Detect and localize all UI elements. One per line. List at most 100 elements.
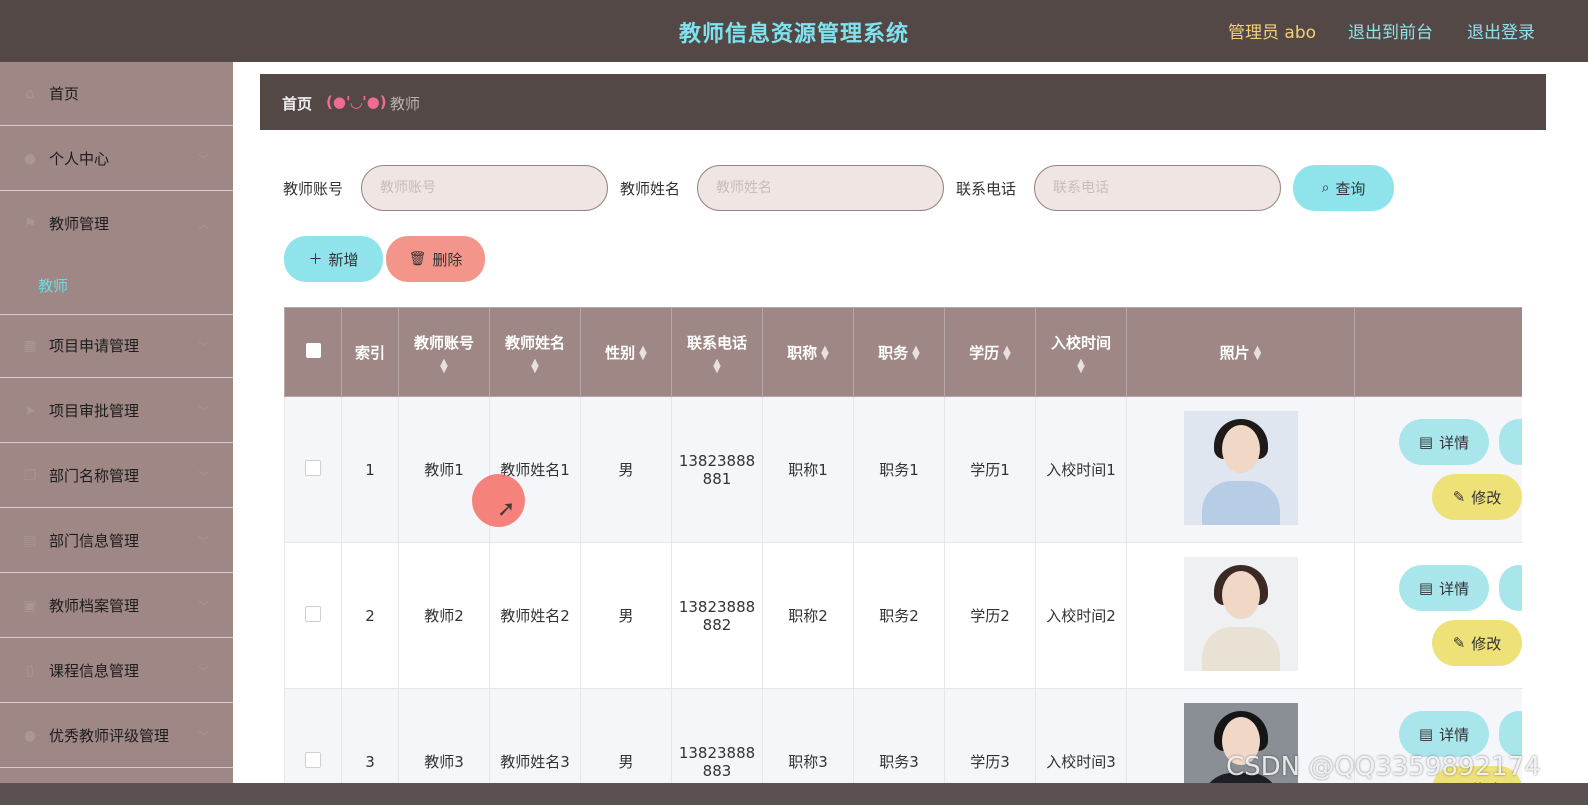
column-header-account[interactable]: 教师账号 ▲ ▼ [398, 307, 490, 397]
detail-button[interactable]: ▤ 详情 [1399, 565, 1489, 611]
edit-icon: ✎ [1452, 488, 1466, 506]
table-row: 2 教师2 教师姓名2 男 13823888882 职称2 职务2 学历2 入校… [284, 542, 1522, 689]
row-delete-button[interactable] [1499, 565, 1522, 611]
sidebar-item-label: 项目审批管理 [49, 402, 140, 420]
sidebar-item-label: 个人中心 [49, 150, 110, 168]
breadcrumb-current: 教师 [390, 95, 421, 113]
column-header-name[interactable]: 教师姓名 ▲ ▼ [489, 307, 581, 397]
cell-index: 2 [341, 542, 399, 689]
briefcase-icon: ▤ [23, 532, 37, 549]
teacher-photo [1183, 556, 1298, 671]
cell-account: 教师2 [398, 542, 490, 689]
sort-icon[interactable]: ▲ ▼ [1036, 357, 1126, 374]
row-delete-button[interactable] [1499, 711, 1522, 757]
sidebar-item-label: 项目申请管理 [49, 337, 140, 355]
column-header-photo[interactable]: 照片 ▲ ▼ [1126, 307, 1355, 397]
add-button[interactable]: ＋ 新增 [284, 236, 383, 282]
query-button[interactable]: ⌕ 查询 [1293, 165, 1394, 211]
trash-icon: 🗑 [408, 251, 427, 267]
flag-icon: ⚑ [23, 215, 37, 232]
row-checkbox[interactable] [305, 751, 321, 768]
send-icon: ➤ [24, 402, 36, 419]
row-delete-button[interactable] [1499, 419, 1522, 465]
delete-button-label: 删除 [432, 250, 463, 269]
account-label: 教师账号 [283, 180, 344, 198]
account-input[interactable] [361, 165, 608, 211]
clipboard-icon: ▣ [23, 597, 37, 614]
sort-icon[interactable]: ▲ ▼ [639, 345, 647, 362]
sort-icon[interactable]: ▲ ▼ [821, 345, 829, 362]
sort-icon[interactable]: ▲ ▼ [1003, 345, 1011, 362]
cell-index: 1 [341, 396, 399, 543]
column-header-phone[interactable]: 联系电话 ▲ ▼ [671, 307, 763, 397]
sort-icon[interactable]: ▲ ▼ [490, 357, 580, 374]
sidebar-item-department-info[interactable]: ▤ 部门信息管理 ﹀ [0, 509, 233, 573]
select-all-checkbox[interactable] [305, 342, 321, 358]
sidebar-item-department-name[interactable]: ❐ 部门名称管理 ﹀ [0, 444, 233, 508]
admin-label: 管理员 abo [1228, 23, 1317, 43]
edit-button[interactable]: ✎修改 [1432, 474, 1522, 520]
table-header-row: 索引 教师账号 ▲ ▼ 教师姓名 ▲ ▼ 性别 ▲ ▼ 联系电话 ▲ ▼ 职称 ▲ ▼ 职务 ▲ ▼ 学… [284, 307, 1522, 397]
sidebar-item-teacher-archive[interactable]: ▣ 教师档案管理 ﹀ [0, 574, 233, 638]
cell-gender: 男 [580, 542, 672, 689]
copy-icon: ❐ [23, 467, 37, 484]
sidebar-subitem-teacher[interactable]: 教师 [0, 255, 233, 315]
column-header-education[interactable]: 学历 ▲ ▼ [944, 307, 1036, 397]
query-button-label: 查询 [1335, 179, 1366, 198]
cell-position: 职务1 [853, 396, 945, 543]
phone-icon: ▯ [26, 662, 34, 679]
name-label: 教师姓名 [620, 180, 681, 198]
sidebar-item-teacher-management[interactable]: ⚑ 教师管理 ︿ [0, 192, 233, 256]
sidebar-item-personal-center[interactable]: ● 个人中心 ﹀ [0, 127, 233, 191]
chevron-down-icon: ﹀ [198, 534, 209, 548]
column-header-join-time[interactable]: 入校时间 ▲ ▼ [1035, 307, 1127, 397]
sidebar-item-project-application[interactable]: ▦ 项目申请管理 ﹀ [0, 314, 233, 378]
sidebar-item-label: 课程信息管理 [49, 662, 140, 680]
column-header-title[interactable]: 职称 ▲ ▼ [762, 307, 854, 397]
sort-icon[interactable]: ▲ ▼ [399, 357, 489, 374]
sidebar-item-home[interactable]: ⌂ 首页 [0, 62, 233, 126]
sort-icon[interactable]: ▲ ▼ [672, 357, 762, 374]
chevron-down-icon: ﹀ [198, 599, 209, 613]
logout-link[interactable]: 退出登录 [1467, 18, 1535, 43]
breadcrumb-home[interactable]: 首页 [282, 93, 312, 114]
cell-join-time: 入校时间1 [1035, 396, 1127, 543]
chevron-up-icon: ︿ [198, 217, 209, 231]
sidebar-item-label: 优秀教师评级管理 [49, 727, 170, 745]
column-header-actions: 操作 [1354, 307, 1522, 397]
sidebar-item-label: 首页 [49, 85, 80, 103]
sidebar-item-project-approval[interactable]: ➤ 项目审批管理 ﹀ [0, 379, 233, 443]
cell-account: 教师1 [398, 396, 490, 543]
row-checkbox[interactable] [305, 605, 321, 622]
chevron-down-icon: ﹀ [198, 152, 209, 166]
cursor-icon: ➚ [497, 497, 516, 522]
breadcrumb: 首页 (●'◡'●) 教师 [260, 74, 1546, 130]
grid-icon: ▦ [23, 337, 37, 354]
home-icon: ⌂ [25, 85, 35, 102]
chevron-down-icon: ﹀ [198, 404, 209, 418]
column-header-gender[interactable]: 性别 ▲ ▼ [580, 307, 672, 397]
detail-button[interactable]: ▤ 详情 [1399, 419, 1489, 465]
name-input[interactable] [697, 165, 944, 211]
column-header-position[interactable]: 职务 ▲ ▼ [853, 307, 945, 397]
document-icon: ▤ [1418, 725, 1434, 743]
edit-button[interactable]: ✎修改 [1432, 620, 1522, 666]
chevron-down-icon: ﹀ [198, 339, 209, 353]
row-checkbox[interactable] [305, 459, 321, 476]
select-all-cell[interactable] [284, 307, 342, 397]
teacher-table: 索引 教师账号 ▲ ▼ 教师姓名 ▲ ▼ 性别 ▲ ▼ 联系电话 ▲ ▼ 职称 ▲ ▼ 职务 ▲ ▼ 学… [284, 307, 1522, 805]
cell-phone: 13823888881 [671, 396, 763, 543]
cell-position: 职务2 [853, 542, 945, 689]
phone-input[interactable] [1034, 165, 1281, 211]
sidebar-item-course-info[interactable]: ▯ 课程信息管理 ﹀ [0, 639, 233, 703]
sort-icon[interactable]: ▲ ▼ [912, 345, 920, 362]
detail-button[interactable]: ▤ 详情 [1399, 711, 1489, 757]
sidebar-item-excellent-teacher[interactable]: ● 优秀教师评级管理 ﹀ [0, 704, 233, 768]
exit-to-front-link[interactable]: 退出到前台 [1348, 18, 1433, 43]
phone-label: 联系电话 [956, 180, 1017, 198]
cell-title: 职称2 [762, 542, 854, 689]
delete-button[interactable]: 🗑 删除 [386, 236, 485, 282]
user-icon: ● [23, 150, 37, 167]
edit-icon: ✎ [1452, 634, 1466, 652]
sort-icon[interactable]: ▲ ▼ [1254, 345, 1262, 362]
